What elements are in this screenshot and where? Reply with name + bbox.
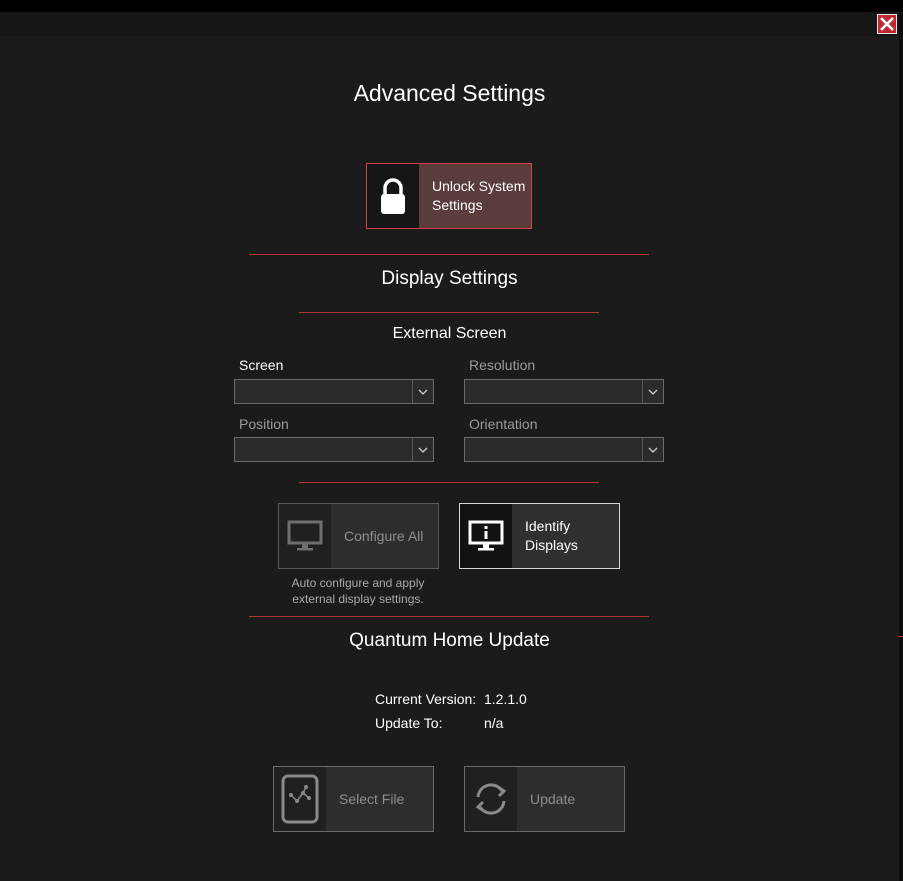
chevron-down-icon [412,380,433,403]
position-label: Position [239,416,289,432]
identify-displays-button[interactable]: Identify Displays [459,503,620,569]
update-button[interactable]: Update [464,766,625,832]
display-settings-heading: Display Settings [381,268,518,289]
identify-label-line2: Displays [525,537,578,553]
chevron-down-icon [412,438,433,461]
resolution-select[interactable] [464,379,664,404]
position-select[interactable] [234,437,434,462]
configure-all-button[interactable]: Configure All [278,503,439,569]
configure-all-label: Configure All [344,527,424,544]
update-to-value: n/a [484,715,504,731]
top-bar [0,0,903,12]
window-edge [899,12,903,881]
monitor-icon [279,504,331,568]
chevron-down-icon [642,380,663,403]
select-file-label: Select File [339,790,405,807]
unlock-label-line2: Settings [432,197,483,213]
hint-line1: Auto configure and apply [291,576,425,590]
current-version-value: 1.2.1.0 [484,691,527,707]
resolution-label: Resolution [469,357,536,373]
divider [299,482,599,483]
quantum-home-update-heading: Quantum Home Update [349,630,550,651]
divider [249,616,649,617]
screen-select[interactable] [234,379,434,404]
update-label: Update [530,790,576,807]
unlock-system-settings-button[interactable]: Unlock System Settings [366,163,532,229]
current-version-label: Current Version: [375,691,477,707]
configure-all-hint: Auto configure and apply external displa… [278,575,438,607]
identify-label: Identify Displays [512,517,578,555]
orientation-label: Orientation [469,416,538,432]
unlock-label-line1: Unlock System [432,178,526,194]
header-band [0,12,903,36]
lock-icon [367,164,419,228]
unlock-label: Unlock System Settings [419,177,525,215]
page-title: Advanced Settings [353,80,546,106]
divider [299,312,599,313]
divider [249,254,649,255]
update-to-label: Update To: [375,715,443,731]
identify-label-line1: Identify [525,518,571,534]
refresh-icon [465,767,517,831]
orientation-select[interactable] [464,437,664,462]
file-icon [274,767,326,831]
hint-line2: external display settings. [292,592,424,606]
close-button[interactable] [877,14,897,34]
close-x-icon [880,17,894,31]
screen-label: Screen [239,357,284,373]
select-file-button[interactable]: Select File [273,766,434,832]
external-screen-heading: External Screen [392,325,507,342]
chevron-down-icon [642,438,663,461]
monitor-info-icon [460,504,512,568]
